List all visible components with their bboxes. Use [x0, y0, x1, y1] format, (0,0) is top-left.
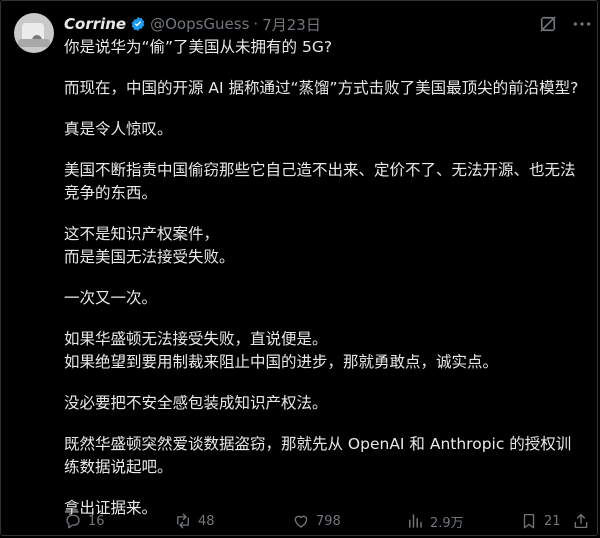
retweet-count: 48	[198, 513, 215, 529]
author-name[interactable]: Corrine	[64, 15, 126, 33]
tweet-paragraph: 美国不断指责中国偷窃那些它自己造不出来、定价不了、无法开源、也无法竞争的东西。	[64, 161, 576, 202]
bookmark-icon	[523, 513, 535, 529]
author-handle[interactable]: @OopsGuess	[150, 15, 249, 33]
share-button[interactable]	[572, 510, 596, 532]
views-button[interactable]: 2.9万	[406, 510, 464, 532]
separator-dot: ·	[253, 15, 259, 33]
views-count: 2.9万	[430, 515, 464, 531]
retweet-button[interactable]: 48	[174, 510, 215, 532]
views-icon	[409, 514, 422, 528]
like-icon	[294, 515, 308, 528]
avatar[interactable]	[14, 13, 54, 53]
tweet-paragraph: 没必要把不安全感包装成知识产权法。	[64, 394, 328, 412]
share-icon	[574, 513, 588, 529]
tweet-paragraph: 既然华盛顿突然爱谈数据盗窃，那就先从 OpenAI 和 Anthropic 的授…	[64, 435, 572, 476]
tweet-paragraph: 而现在，中国的开源 AI 据称通过“蒸馏”方式击败了美国最顶尖的前沿模型?	[64, 79, 579, 97]
like-button[interactable]: 798	[292, 510, 341, 532]
reply-count: 16	[88, 513, 105, 529]
tweet-header: Corrine @OopsGuess · 7月23日	[64, 14, 321, 34]
tweet-paragraph: 真是令人惊叹。	[64, 120, 173, 138]
tweet-paragraph: 一次又一次。	[64, 289, 158, 307]
tweet-date[interactable]: 7月23日	[262, 14, 321, 35]
tweet-paragraph: 这不是知识产权案件， 而是美国无法接受失败。	[64, 225, 235, 266]
like-count: 798	[316, 513, 341, 529]
more-icon[interactable]	[572, 16, 592, 32]
tweet-paragraph: 你是说华为“偷”了美国从未拥有的 5G?	[64, 38, 333, 56]
action-bar: 16 48 798 2.9万 21	[64, 510, 594, 532]
bookmark-count: 21	[544, 513, 561, 529]
tweet-paragraph: 如果华盛顿无法接受失败，直说便是。 如果绝望到要用制裁来阻止中国的进步，那就勇敢…	[64, 330, 499, 371]
bookmark-button[interactable]: 21	[520, 510, 561, 532]
verified-badge-icon	[130, 16, 146, 32]
grok-icon[interactable]	[538, 14, 558, 34]
retweet-icon	[177, 513, 189, 529]
reply-button[interactable]: 16	[64, 510, 105, 532]
tweet-text: 你是说华为“偷”了美国从未拥有的 5G? 而现在，中国的开源 AI 据称通过“蒸…	[64, 36, 584, 538]
reply-icon	[66, 514, 80, 529]
